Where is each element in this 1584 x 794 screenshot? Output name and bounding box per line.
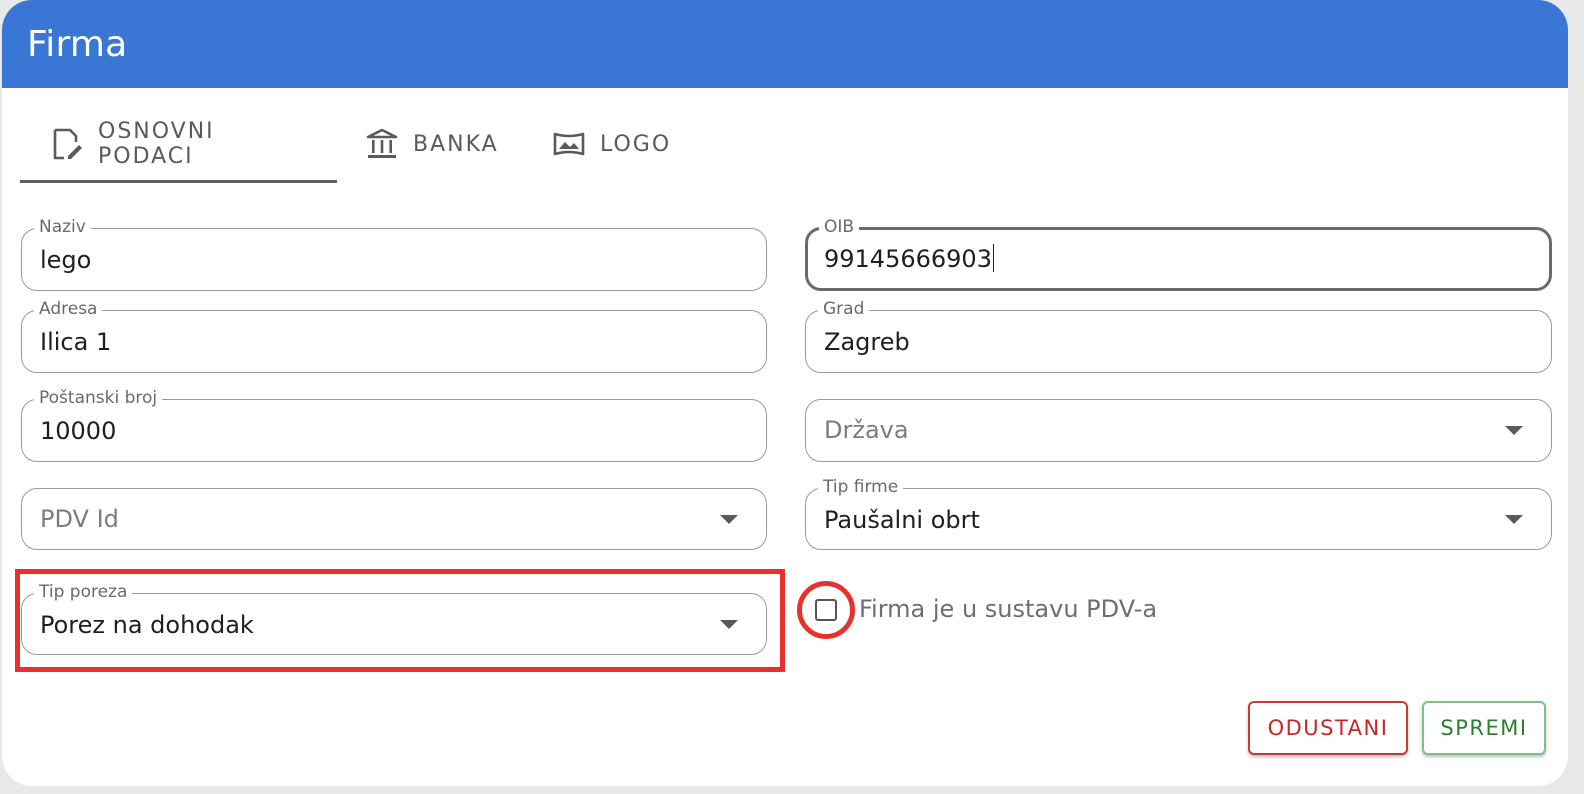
bank-icon [365, 127, 399, 161]
naziv-label: Naziv [34, 217, 91, 237]
postanski-broj-label: Poštanski broj [34, 388, 163, 408]
highlight-circle [797, 581, 855, 639]
postanski-broj-value: 10000 [40, 417, 117, 445]
postanski-broj-field[interactable]: Poštanski broj 10000 [21, 388, 767, 462]
oib-value-wrapper: 99145666903 [824, 243, 995, 275]
chevron-down-icon [1505, 426, 1523, 435]
chevron-down-icon [1505, 515, 1523, 524]
oib-label: OIB [819, 217, 860, 237]
adresa-field[interactable]: Adresa Ilica 1 [21, 299, 767, 373]
chevron-down-icon [720, 515, 738, 524]
tip-firme-label: Tip firme [818, 477, 904, 497]
pdv-id-select[interactable]: PDV Id [21, 488, 767, 550]
pdv-id-placeholder: PDV Id [40, 505, 119, 533]
naziv-field[interactable]: Naziv lego [21, 217, 767, 291]
drzava-select[interactable]: Država [805, 399, 1552, 462]
tab-banka[interactable]: BANKA [365, 108, 499, 180]
highlight-box [15, 569, 785, 672]
dialog-title: Firma [27, 24, 128, 65]
tab-label: BANKA [413, 131, 499, 157]
edit-document-icon [50, 127, 84, 161]
tab-label: OSNOVNI PODACI [98, 119, 215, 169]
cancel-button[interactable]: ODUSTANI [1248, 701, 1408, 755]
adresa-label: Adresa [34, 299, 103, 319]
tip-firme-select[interactable]: Tip firme Paušalni obrt [805, 477, 1552, 550]
active-tab-indicator [20, 180, 337, 183]
drzava-placeholder: Država [824, 416, 909, 444]
dialog-header: Firma [2, 0, 1568, 88]
tab-logo[interactable]: LOGO [552, 108, 671, 180]
oib-field[interactable]: OIB 99145666903 [805, 217, 1552, 291]
text-cursor [992, 244, 995, 272]
tip-firme-value: Paušalni obrt [824, 506, 980, 534]
adresa-value: Ilica 1 [40, 328, 112, 356]
oib-value: 99145666903 [824, 245, 992, 273]
tab-label: LOGO [600, 131, 672, 157]
image-icon [552, 127, 586, 161]
grad-label: Grad [818, 299, 870, 319]
company-dialog: Firma OSNOVNI PODACI BANKA LOGO Naziv le… [2, 0, 1568, 786]
tab-osnovni-podaci[interactable]: OSNOVNI PODACI [50, 108, 215, 180]
grad-field[interactable]: Grad Zagreb [805, 299, 1552, 373]
grad-value: Zagreb [824, 328, 910, 356]
naziv-value: lego [40, 246, 92, 274]
pdv-checkbox-label[interactable]: Firma je u sustavu PDV-a [859, 595, 1157, 623]
save-button[interactable]: SPREMI [1422, 701, 1546, 755]
